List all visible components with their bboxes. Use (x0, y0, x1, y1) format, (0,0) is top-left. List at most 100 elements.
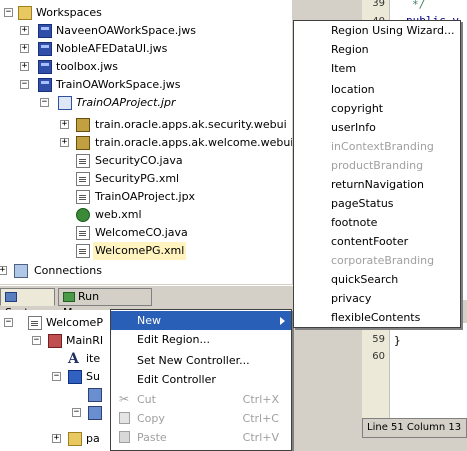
tree-node-workspaces[interactable]: − Workspaces (0, 4, 290, 22)
menu-item-set-new-controller[interactable]: Set New Controller... (111, 351, 291, 370)
menu-item-return-navigation[interactable]: returnNavigation (294, 175, 460, 194)
shortcut-text: Ctrl+V (242, 431, 279, 444)
structure-node-label: Su (86, 370, 100, 383)
tree-node-project[interactable]: − TrainOAProject.jpr (0, 94, 290, 112)
tree-node-label: TrainOAProject.jpr (76, 96, 176, 109)
menu-item-edit-controller[interactable]: Edit Controller (111, 370, 291, 389)
page-icon (28, 316, 42, 330)
menu-item-flexible-contents[interactable]: flexibleContents (294, 308, 460, 327)
collapse-toggle-icon[interactable]: − (52, 372, 61, 381)
scissors-icon: ✂ (119, 392, 130, 406)
item-icon (88, 406, 102, 420)
menu-item-label: inContextBranding (331, 140, 434, 153)
collapse-toggle-icon[interactable]: − (4, 8, 13, 17)
tree-node-file[interactable]: TrainOAProject.jpx (0, 188, 290, 206)
menu-item-paste[interactable]: Paste Ctrl+V (111, 428, 291, 447)
structure-node-label: pa (86, 432, 100, 445)
menu-item-cut[interactable]: ✂ Cut Ctrl+X (111, 390, 291, 409)
menu-item-region-using-wizard[interactable]: Region Using Wizard... (294, 21, 460, 40)
cursor-position-text: Line 51 Column 13 (367, 422, 462, 433)
tree-node-workspace[interactable]: + NaveenOAWorkSpace.jws (0, 22, 290, 40)
workspace-icon (38, 78, 52, 92)
menu-item-product-branding[interactable]: productBranding (294, 156, 460, 175)
structure-pane[interactable]: − WelcomeP − MainRI A ite − Su − + pa (0, 310, 110, 451)
menu-item-label: quickSearch (331, 273, 399, 286)
menu-item-quick-search[interactable]: quickSearch (294, 270, 460, 289)
menu-item-footnote[interactable]: footnote (294, 213, 460, 232)
menu-item-user-info[interactable]: userInfo (294, 118, 460, 137)
line-number-gutter: 59 60 (362, 323, 390, 418)
tree-node-workspace[interactable]: + toolbox.jws (0, 58, 290, 76)
tree-node-package[interactable]: + train.oracle.apps.ak.security.webui (0, 116, 290, 134)
structure-node[interactable]: − Su (0, 368, 110, 386)
menu-item-content-footer[interactable]: contentFooter (294, 232, 460, 251)
expand-toggle-icon[interactable]: + (60, 120, 69, 129)
tab-system[interactable]: System (0, 288, 55, 319)
expand-toggle-icon[interactable]: + (52, 434, 61, 443)
menu-item-copy[interactable]: Copy Ctrl+C (111, 409, 291, 428)
expand-toggle-icon[interactable]: + (20, 44, 29, 53)
text-item-icon: A (68, 351, 79, 367)
structure-node[interactable]: + pa (0, 430, 110, 448)
menu-item-page-status[interactable]: pageStatus (294, 194, 460, 213)
tree-node-connections[interactable]: + Connections (0, 262, 290, 280)
menu-item-location[interactable]: location (294, 80, 460, 99)
structure-node[interactable]: − (0, 404, 110, 422)
menu-item-edit-region[interactable]: Edit Region... (111, 330, 291, 349)
tree-node-workspace[interactable]: − TrainOAWorkSpace.jws (0, 76, 290, 94)
application-navigator-tree[interactable]: − Workspaces + NaveenOAWorkSpace.jws + N… (0, 0, 292, 284)
menu-item-label: Set New Controller... (137, 354, 250, 367)
collapse-toggle-icon[interactable]: − (40, 98, 49, 107)
tree-node-workspace[interactable]: + NobleAFEDataUI.jws (0, 40, 290, 58)
structure-node[interactable]: A ite (0, 350, 110, 368)
tree-node-label: WelcomePG.xml (93, 242, 187, 260)
structure-node[interactable]: − WelcomeP (0, 314, 110, 332)
menu-item-label: corporateBranding (331, 254, 435, 267)
structure-node[interactable] (0, 386, 110, 404)
expand-toggle-icon[interactable]: + (60, 138, 69, 147)
collapse-toggle-icon[interactable]: − (32, 336, 41, 345)
web-xml-icon (76, 208, 90, 222)
tab-run-manager[interactable]: Run Manager (58, 288, 152, 319)
menu-item-label: flexibleContents (331, 311, 421, 324)
connections-icon (14, 264, 28, 278)
expand-toggle-icon[interactable]: + (20, 62, 29, 71)
submenu-arrow-icon (280, 317, 285, 325)
tree-node-label: Workspaces (36, 6, 102, 19)
tree-node-file[interactable]: SecurityCO.java (0, 152, 290, 170)
tree-node-file[interactable]: WelcomeCO.java (0, 224, 290, 242)
code-brace: } (394, 334, 401, 347)
tree-node-label: NobleAFEDataUI.jws (56, 42, 168, 55)
structure-node[interactable]: − MainRI (0, 332, 110, 350)
tree-node-package[interactable]: + train.oracle.apps.ak.welcome.webui (0, 134, 292, 152)
tree-node-file[interactable]: SecurityPG.xml (0, 170, 290, 188)
java-file-icon (76, 226, 90, 240)
menu-item-corporate-branding[interactable]: corporateBranding (294, 251, 460, 270)
menu-item-new[interactable]: New (111, 311, 291, 330)
menu-item-label: privacy (331, 292, 372, 305)
menu-item-region[interactable]: Region (294, 40, 460, 59)
line-number: 60 (372, 351, 385, 362)
menu-item-label: Cut (137, 393, 156, 406)
tree-node-label: train.oracle.apps.ak.welcome.webui (95, 136, 292, 149)
collapse-toggle-icon[interactable]: − (20, 80, 29, 89)
tree-node-label: SecurityCO.java (95, 154, 183, 167)
java-file-icon (76, 154, 90, 168)
menu-item-item[interactable]: Item (294, 59, 460, 78)
expand-toggle-icon[interactable]: + (20, 26, 29, 35)
menu-item-privacy[interactable]: privacy (294, 289, 460, 308)
workspace-icon (38, 60, 52, 74)
folder-icon (68, 432, 82, 446)
shortcut-text: Ctrl+X (242, 393, 279, 406)
xml-file-icon (76, 172, 90, 186)
code-editor-lower[interactable]: 59 60 } (362, 323, 467, 418)
menu-item-copyright[interactable]: copyright (294, 99, 460, 118)
menu-item-in-context-branding[interactable]: inContextBranding (294, 137, 460, 156)
tree-node-file[interactable]: web.xml (0, 206, 290, 224)
expand-toggle-icon[interactable]: + (0, 266, 7, 275)
collapse-toggle-icon[interactable]: − (4, 318, 13, 327)
run-manager-icon (63, 292, 75, 302)
tree-node-file-selected[interactable]: WelcomePG.xml (0, 242, 290, 260)
menu-item-label: Item (331, 62, 357, 75)
collapse-toggle-icon[interactable]: − (72, 408, 81, 417)
